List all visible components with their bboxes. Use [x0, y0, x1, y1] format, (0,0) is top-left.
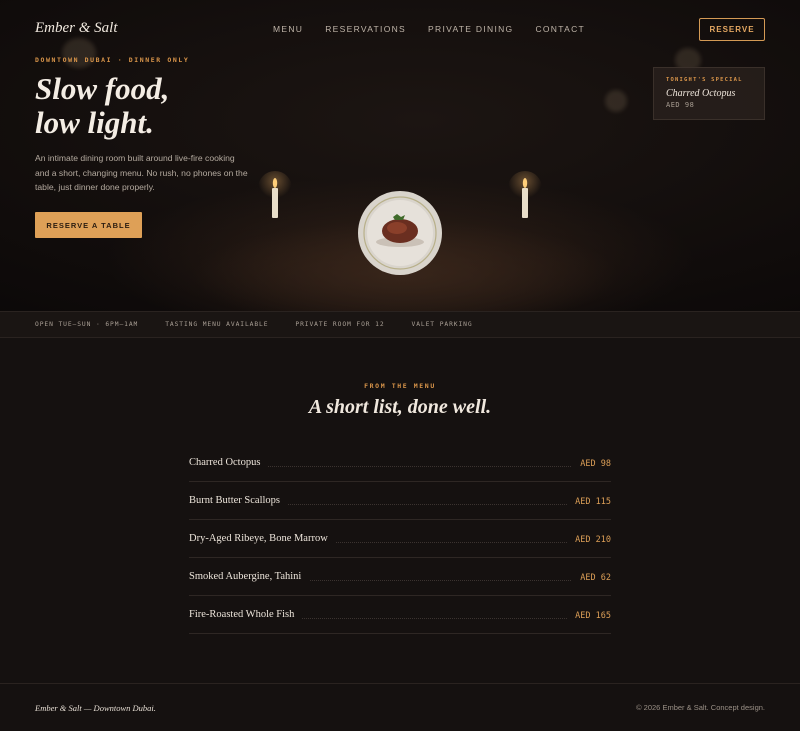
candle-left-icon	[258, 171, 292, 218]
hero-title-line-1: Slow food,	[35, 71, 170, 106]
hero-description: An intimate dining room built around liv…	[35, 153, 248, 193]
footer-copyright: © 2026 Ember & Salt. Concept design.	[636, 703, 765, 712]
nav-link-private-dining[interactable]: PRIVATE DINING	[428, 24, 513, 34]
menu-item: Charred Octopus AED 98	[189, 444, 611, 482]
info-valet: VALET PARKING	[411, 321, 473, 328]
top-navigation: Ember & Salt MENU RESERVATIONS PRIVATE D…	[0, 0, 800, 58]
reserve-a-table-button[interactable]: RESERVE A TABLE	[35, 212, 142, 238]
dish-name: Charred Octopus	[189, 457, 269, 468]
bokeh-light	[605, 90, 627, 112]
hero-section: Ember & Salt MENU RESERVATIONS PRIVATE D…	[0, 0, 800, 312]
dish-price: AED 165	[567, 611, 611, 621]
plate-icon	[358, 191, 442, 275]
special-name: Charred Octopus	[666, 88, 736, 99]
dish-name: Fire-Roasted Whole Fish	[189, 609, 303, 620]
dish-price: AED 62	[572, 573, 611, 583]
info-strip: OPEN TUE–SUN · 6PM–1AM TASTING MENU AVAI…	[0, 311, 800, 338]
menu-eyebrow: FROM THE MENU	[364, 382, 436, 390]
nav-links: MENU RESERVATIONS PRIVATE DINING CONTACT	[273, 24, 585, 34]
nav-link-menu[interactable]: MENU	[273, 24, 303, 34]
logo[interactable]: Ember & Salt	[35, 20, 118, 37]
candle-right-icon	[508, 171, 542, 218]
menu-title: A short list, done well.	[308, 396, 492, 418]
menu-item: Fire-Roasted Whole Fish AED 165	[189, 596, 611, 634]
menu-item: Dry-Aged Ribeye, Bone Marrow AED 210	[189, 520, 611, 558]
info-tasting-menu: TASTING MENU AVAILABLE	[165, 321, 269, 328]
dish-name: Burnt Butter Scallops	[189, 495, 288, 506]
menu-item: Burnt Butter Scallops AED 115	[189, 482, 611, 520]
dish-price: AED 115	[567, 497, 611, 507]
dish-price: AED 210	[567, 535, 611, 545]
info-private-room: PRIVATE ROOM FOR 12	[295, 321, 385, 328]
dish-name: Smoked Aubergine, Tahini	[189, 571, 310, 582]
hero-title-line-2: low light.	[35, 105, 154, 140]
reserve-button[interactable]: RESERVE	[699, 18, 765, 41]
info-hours: OPEN TUE–SUN · 6PM–1AM	[35, 321, 139, 328]
footer: Ember & Salt — Downtown Dubai. © 2026 Em…	[0, 683, 800, 731]
special-price: AED 98	[666, 101, 695, 109]
hero-eyebrow: DOWNTOWN DUBAI · DINNER ONLY	[35, 56, 190, 64]
dish-price: AED 98	[572, 459, 611, 469]
hero-title: Slow food, low light.	[35, 72, 295, 140]
nav-link-reservations[interactable]: RESERVATIONS	[325, 24, 406, 34]
tonights-special-card[interactable]: TONIGHT'S SPECIAL Charred Octopus AED 98	[653, 67, 765, 120]
special-label: TONIGHT'S SPECIAL	[666, 77, 743, 83]
menu-item: Smoked Aubergine, Tahini AED 62	[189, 558, 611, 596]
menu-list: Charred Octopus AED 98 Burnt Butter Scal…	[189, 444, 611, 634]
nav-link-contact[interactable]: CONTACT	[535, 24, 585, 34]
footer-brand: Ember & Salt — Downtown Dubai.	[35, 703, 156, 713]
dish-name: Dry-Aged Ribeye, Bone Marrow	[189, 533, 336, 544]
